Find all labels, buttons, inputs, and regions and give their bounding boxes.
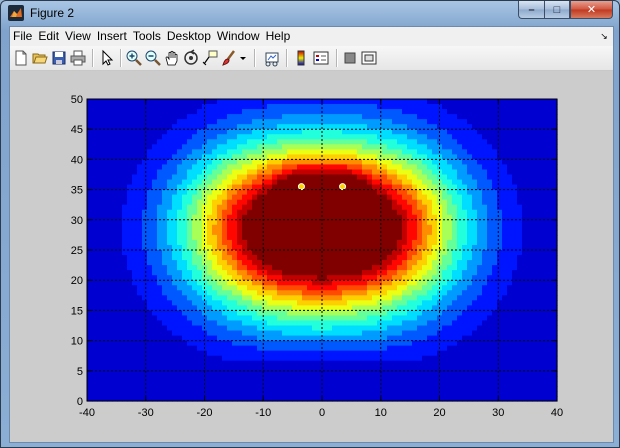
colorbar-icon[interactable] xyxy=(292,49,310,67)
figure-window: Figure 2 – □ ✕ File Edit View Insert Too… xyxy=(0,0,620,448)
contour-plot[interactable]: -40 -30 -20 -10 0 10 20 30 40 0 5 10 15 20 25 30 35 40 45 5… xyxy=(10,71,613,442)
show-plot-tools-icon[interactable] xyxy=(360,49,378,67)
figure-canvas[interactable]: -40 -30 -20 -10 0 10 20 30 40 0 5 10 15 20 25 30 35 40 45 5… xyxy=(10,71,613,442)
x-tick-label: 40 xyxy=(551,407,563,419)
legend-icon[interactable] xyxy=(312,49,330,67)
save-icon[interactable] xyxy=(50,49,68,67)
y-tick-label: 30 xyxy=(71,215,83,227)
minimize-button[interactable]: – xyxy=(518,1,544,19)
toolbar-separator xyxy=(92,49,94,67)
toolbar-separator xyxy=(254,49,256,67)
menu-file[interactable]: File xyxy=(10,27,35,46)
title-bar[interactable]: Figure 2 – □ ✕ xyxy=(1,1,619,25)
close-button[interactable]: ✕ xyxy=(570,1,613,19)
figure-client-area: File Edit View Insert Tools Desktop Wind… xyxy=(9,26,614,443)
toolbar-separator xyxy=(336,49,338,67)
x-tick-label: 0 xyxy=(319,407,325,419)
data-cursor-icon[interactable] xyxy=(201,49,219,67)
menu-help[interactable]: Help xyxy=(263,27,294,46)
x-tick-label: 20 xyxy=(433,407,445,419)
brush-icon[interactable] xyxy=(220,49,238,67)
x-tick-label: 30 xyxy=(492,407,504,419)
y-tick-label: 45 xyxy=(71,124,83,136)
link-plot-icon[interactable] xyxy=(263,49,281,67)
toolbar-separator xyxy=(120,49,122,67)
menu-bar: File Edit View Insert Tools Desktop Wind… xyxy=(10,27,613,46)
x-tick-label: -10 xyxy=(255,407,271,419)
y-tick-label: 35 xyxy=(71,185,83,197)
window-title: Figure 2 xyxy=(30,6,75,20)
figure-toolbar xyxy=(10,46,613,71)
y-tick-label: 0 xyxy=(77,396,83,408)
pointer-icon[interactable] xyxy=(98,49,116,67)
dock-figure-icon[interactable]: ↘ xyxy=(598,30,610,42)
matlab-logo-icon xyxy=(8,5,24,21)
menu-edit[interactable]: Edit xyxy=(35,27,62,46)
pan-icon[interactable] xyxy=(163,49,181,67)
y-tick-label: 20 xyxy=(71,275,83,287)
menu-desktop[interactable]: Desktop xyxy=(164,27,214,46)
y-tick-label: 40 xyxy=(71,154,83,166)
x-tick-label: 10 xyxy=(375,407,387,419)
menu-tools[interactable]: Tools xyxy=(130,27,164,46)
x-tick-label: -20 xyxy=(197,407,213,419)
y-tick-label: 10 xyxy=(71,336,83,348)
x-tick-label: -40 xyxy=(79,407,95,419)
y-tick-label: 15 xyxy=(71,305,83,317)
open-file-icon[interactable] xyxy=(31,49,49,67)
source-marker xyxy=(297,183,305,191)
new-figure-icon[interactable] xyxy=(12,49,30,67)
zoom-out-icon[interactable] xyxy=(144,49,162,67)
menu-view[interactable]: View xyxy=(62,27,94,46)
y-tick-label: 50 xyxy=(71,94,83,106)
brush-dropdown-icon[interactable] xyxy=(238,49,248,67)
zoom-in-icon[interactable] xyxy=(125,49,143,67)
hide-plot-tools-icon[interactable] xyxy=(341,49,359,67)
menu-insert[interactable]: Insert xyxy=(94,27,130,46)
toolbar-separator xyxy=(286,49,288,67)
y-tick-label: 25 xyxy=(71,245,83,257)
x-tick-label: -30 xyxy=(138,407,154,419)
source-marker xyxy=(339,183,347,191)
y-tick-label: 5 xyxy=(77,366,83,378)
rotate-3d-icon[interactable] xyxy=(182,49,200,67)
menu-window[interactable]: Window xyxy=(214,27,263,46)
maximize-button[interactable]: □ xyxy=(544,1,570,19)
print-icon[interactable] xyxy=(69,49,87,67)
